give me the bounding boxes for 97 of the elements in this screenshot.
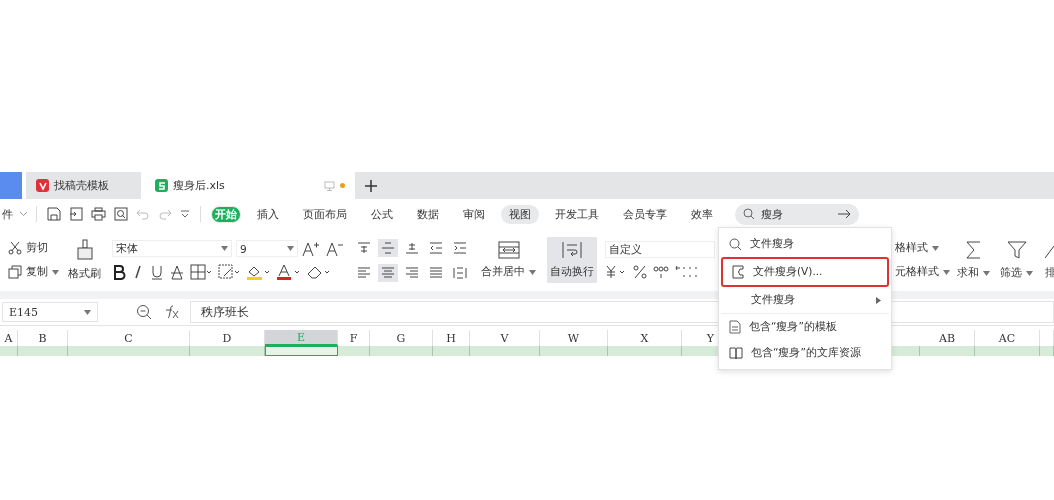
font-size-dropdown[interactable]: 9 [236,240,298,257]
table-cell [975,346,1040,356]
number-format-dropdown[interactable]: 自定义 [605,241,715,258]
indent-icon [453,241,467,254]
table-cell [920,346,975,356]
justify-icon [429,266,443,279]
align-icon [357,266,371,279]
wrap-text-button[interactable]: 自动换行 [547,237,597,283]
dropdown-item[interactable]: 包含“瘦身”的模板 [721,313,889,340]
cell-type-icon[interactable] [218,264,240,280]
table-cell [370,346,433,356]
ribbon-tab[interactable]: 效率 [683,204,721,224]
cut-button[interactable]: 剪切 [8,241,59,255]
document-icon [731,265,745,279]
template-icon [729,320,741,334]
caret-icon [932,245,939,251]
chevron-down-icon[interactable] [19,211,28,217]
thousands-separator-icon[interactable] [653,265,669,279]
caret-icon [84,309,91,315]
align-button[interactable] [378,238,398,257]
wrap-text-icon [561,241,583,259]
underline-icon[interactable] [150,264,164,280]
arrow-right-icon[interactable] [838,209,851,219]
distribute-icon [453,266,467,279]
ribbon-tab[interactable]: 开发工具 [547,204,607,224]
ribbon-tab[interactable]: 审阅 [455,204,493,224]
table-cell [433,346,470,356]
table-cell [18,346,68,356]
format-painter-button[interactable]: 格式刷 [65,235,104,285]
strikethrough-icon[interactable] [170,264,184,280]
decrease-font-size-icon[interactable] [326,240,344,257]
copy-button[interactable]: 复制 [8,265,59,279]
search-icon [729,237,742,251]
ribbon-tab[interactable]: 页面布局 [295,204,355,224]
dropdown-item[interactable]: 文件瘦身(V)... [721,257,889,287]
ribbon-tab[interactable]: 公式 [363,204,401,224]
italic-icon[interactable] [132,264,144,280]
table-cell [540,346,608,356]
caret-icon [983,270,990,276]
font-name-dropdown[interactable]: 宋体 [112,240,232,257]
filter-button[interactable]: 筛选 [997,236,1036,284]
unsaved-dot-icon [340,183,345,188]
app-logo-icon [36,179,49,192]
file-menu[interactable]: 件 [0,206,15,222]
search-icon [743,208,755,220]
export-document-icon[interactable] [69,207,83,221]
dropdown-item[interactable]: 文件瘦身 [721,231,889,257]
bold-icon[interactable] [112,264,126,280]
table-cell [0,346,18,356]
align-icon [357,241,371,254]
table-style-button[interactable]: 格样式 [895,241,950,255]
caret-icon [1026,270,1033,276]
merge-cells-icon [497,241,520,259]
currency-icon[interactable] [605,265,627,279]
ribbon-tab[interactable]: 插入 [249,204,287,224]
new-tab-icon[interactable] [365,179,377,192]
increase-font-size-icon[interactable] [302,240,320,257]
align-icon [405,241,419,254]
ribbon-tab[interactable]: 数据 [409,204,447,224]
eraser-icon[interactable] [306,264,330,280]
scissors-icon [8,241,22,255]
align-button[interactable] [378,263,398,282]
print-preview-icon[interactable] [114,207,128,221]
zoom-icon[interactable] [136,304,152,320]
table-cell [1040,346,1054,356]
funnel-icon [1006,240,1027,260]
submenu-arrow-icon [876,296,881,304]
paintbrush-icon [75,239,94,261]
caret-icon [221,246,228,251]
cell-style-button[interactable]: 元格样式 [895,265,950,279]
align-icon [381,241,395,254]
align-icon [405,266,419,279]
print-icon[interactable] [91,207,106,221]
customize-dropdown-icon[interactable] [180,210,190,218]
percent-icon[interactable] [633,265,647,279]
fill-color-icon[interactable] [246,264,270,280]
borders-icon[interactable] [190,264,212,280]
ribbon-tab[interactable]: 视图 [501,204,539,224]
outdent-icon [429,241,443,254]
align-icon [381,266,395,279]
save-icon[interactable] [47,207,61,221]
copy-icon [8,265,22,279]
caret-icon [287,246,294,251]
sum-button[interactable]: 求和 [954,236,993,284]
font-color-icon[interactable] [276,264,300,280]
table-cell [338,346,370,356]
book-icon [729,346,743,360]
spreadsheet-logo-icon [155,179,168,192]
name-box[interactable]: E145 [2,302,98,322]
ribbon-tab[interactable]: 会员专享 [615,204,675,224]
caret-icon [529,269,536,275]
search-field[interactable]: 瘦身 [735,203,859,225]
merge-center-button[interactable]: 合并居中 [478,237,539,283]
caret-icon [943,269,950,275]
document-tab[interactable]: 找稿壳模板 [26,172,141,199]
caret-icon [52,269,59,275]
table-cell [470,346,540,356]
